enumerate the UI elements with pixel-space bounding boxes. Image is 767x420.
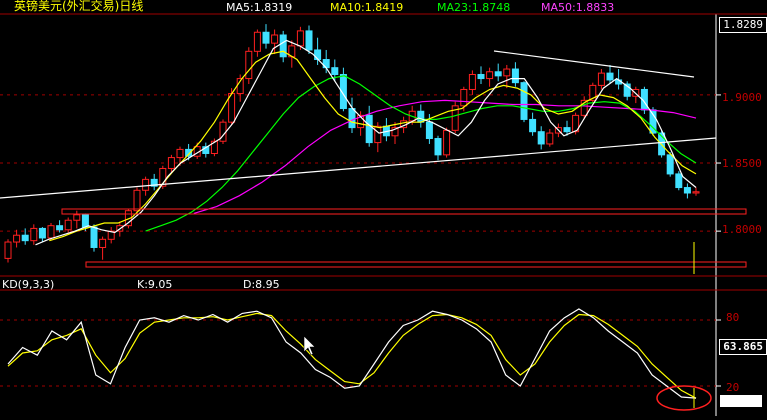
ma50-label: MA50:1.8833 <box>541 1 615 14</box>
candle-body <box>597 72 605 86</box>
candle-body <box>90 226 98 248</box>
candle-body <box>520 82 528 120</box>
candle-body <box>546 132 554 145</box>
candle-body <box>262 31 270 44</box>
candle-body <box>271 34 279 44</box>
support-trendline <box>0 137 717 199</box>
candle-body <box>81 214 89 228</box>
candle-body <box>606 72 614 81</box>
axis-value-field[interactable] <box>720 395 762 407</box>
ma5-label: MA5:1.8319 <box>226 1 293 14</box>
price-tick-label: 1.8000 <box>722 223 762 236</box>
kd-k-label: K:9.05 <box>137 278 173 291</box>
price-tick-label: 1.8500 <box>722 157 762 170</box>
candle-body <box>537 131 545 145</box>
candle-body <box>434 138 442 156</box>
support-zone-box <box>61 208 747 215</box>
candle-body <box>563 127 571 133</box>
kd-indicator-label: KD(9,3,3) <box>2 278 55 291</box>
kd-d-line <box>7 312 697 399</box>
candle-body <box>486 71 494 80</box>
candle-body <box>30 227 38 242</box>
candle-body <box>167 157 175 169</box>
support-zone-box <box>85 261 747 268</box>
candle-body <box>348 108 356 129</box>
candle-body <box>511 68 519 84</box>
candle-body <box>692 191 700 194</box>
candle-body <box>675 173 683 189</box>
price-tick-label: 1.9000 <box>722 91 762 104</box>
candle-body <box>142 178 150 191</box>
candle-body <box>468 73 476 90</box>
candle-body <box>331 67 339 75</box>
candle-body <box>279 34 287 58</box>
kd-tick-label: 80 <box>726 311 740 324</box>
candle-body <box>494 71 502 77</box>
candle-body <box>443 129 451 156</box>
candle-body <box>21 234 29 242</box>
candle-body <box>73 214 81 221</box>
candle-body <box>460 88 468 107</box>
candle-body <box>99 238 107 248</box>
candle-body <box>666 154 674 175</box>
candle-body <box>417 110 425 123</box>
candle-body <box>296 30 304 47</box>
kd-tick-label: 20 <box>726 381 740 394</box>
candle-body <box>176 148 184 159</box>
ma23-label: MA23:1.8748 <box>437 1 511 14</box>
candle-body <box>133 189 141 212</box>
chart-window: 英镑美元(外汇交易)日线 MA5:1.8319 MA10:1.8419 MA23… <box>0 0 767 416</box>
ma10-label: MA10:1.8419 <box>330 1 404 14</box>
candle-body <box>529 118 537 133</box>
mouse-cursor-icon <box>303 335 316 356</box>
candle-body <box>245 50 253 80</box>
candle-body <box>47 225 55 239</box>
candle-body <box>503 68 511 77</box>
candle-body <box>365 114 373 144</box>
resistance-trendline <box>493 50 695 78</box>
chart-title: 英镑美元(外汇交易)日线 <box>14 0 144 13</box>
candle-body <box>38 227 46 239</box>
candle-body <box>253 31 261 52</box>
candle-body <box>56 225 64 231</box>
candle-body <box>683 187 691 194</box>
candle-body <box>477 73 485 80</box>
candle-body <box>374 125 382 144</box>
oversold-highlight-circle <box>656 385 712 411</box>
kd-k-line <box>7 308 697 399</box>
candle-body <box>314 49 322 61</box>
current-price-box: 1.8289 <box>719 17 767 33</box>
kd-value-box: 63.865 <box>719 339 767 355</box>
candle-body <box>305 30 313 51</box>
candle-body <box>13 234 21 243</box>
kd-d-label: D:8.95 <box>243 278 280 291</box>
candle-body <box>425 121 433 140</box>
chart-canvas[interactable] <box>0 0 767 416</box>
candle-body <box>4 241 12 259</box>
candle-body <box>64 219 72 231</box>
